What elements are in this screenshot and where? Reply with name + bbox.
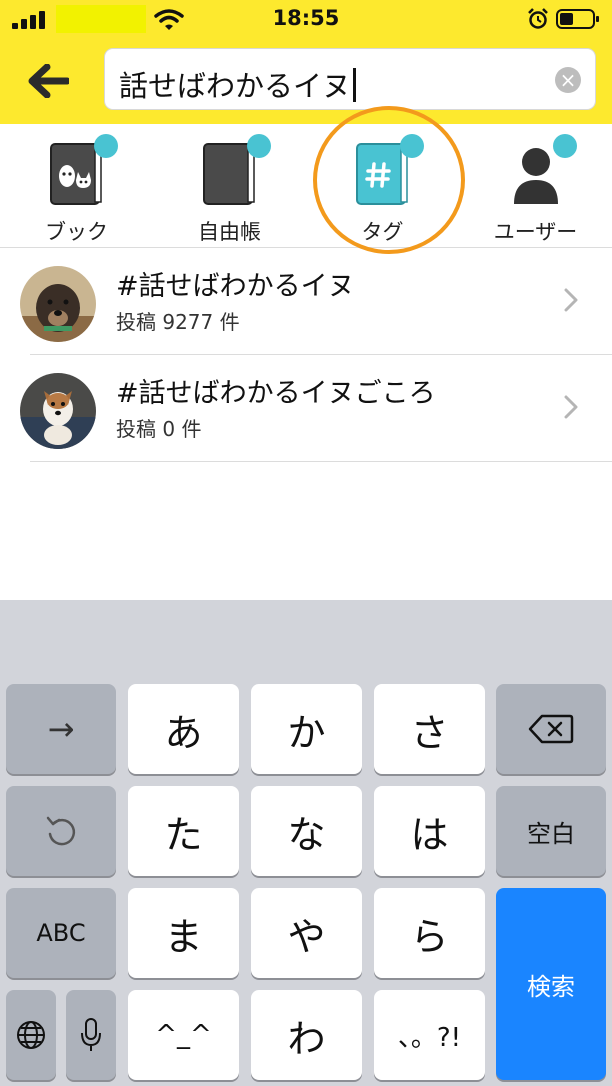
tab-tag-label: タグ xyxy=(361,220,404,244)
tab-badge-dot xyxy=(400,134,424,158)
abc-key[interactable]: ABC xyxy=(6,888,116,978)
list-item[interactable]: #話せばわかるイヌ 投稿 9277 件 xyxy=(0,248,612,355)
japanese-keyboard: → あ か さ た な は 空白 ABC ま や ら 検索 ^_^ わ 、。?! xyxy=(0,600,612,1086)
chevron-right-icon xyxy=(564,395,578,419)
tab-notebook-label: 自由帳 xyxy=(198,220,261,244)
search-input-text: 話せばわかるイヌ xyxy=(119,63,357,105)
key-sa[interactable]: さ xyxy=(374,684,485,774)
search-key-label: 検索 xyxy=(527,972,575,1001)
search-key[interactable]: 検索 xyxy=(496,888,606,1080)
key-a-label: あ xyxy=(164,710,203,755)
status-bar: 18:55 xyxy=(0,0,612,38)
key-ha-label: は xyxy=(410,812,449,857)
backspace-icon xyxy=(528,714,574,744)
post-count: 投稿 9277 件 xyxy=(116,310,240,334)
key-arrow[interactable]: → xyxy=(6,684,116,774)
space-key-label: 空白 xyxy=(527,819,575,848)
tab-user-label: ユーザー xyxy=(493,220,578,244)
tab-book-label: ブック xyxy=(45,220,108,244)
key-punctuation-label: 、。?! xyxy=(397,1022,462,1053)
tab-badge-dot xyxy=(94,134,118,158)
key-ka-label: か xyxy=(287,710,326,755)
microphone-icon xyxy=(81,1018,101,1051)
tab-user[interactable]: ユーザー xyxy=(459,124,612,248)
undo-key[interactable] xyxy=(6,786,116,876)
tag-title: #話せばわかるイヌ xyxy=(116,271,355,302)
key-ka[interactable]: か xyxy=(251,684,362,774)
globe-key[interactable] xyxy=(6,990,56,1080)
tag-title: #話せばわかるイヌごころ xyxy=(116,378,436,409)
status-time: 18:55 xyxy=(272,6,340,30)
chevron-right-icon xyxy=(564,288,578,312)
clear-icon: × xyxy=(559,68,577,92)
microphone-key[interactable] xyxy=(66,990,116,1080)
key-wa[interactable]: わ xyxy=(251,990,362,1080)
space-key[interactable]: 空白 xyxy=(496,786,606,876)
key-emoticon-label: ^_^ xyxy=(155,1020,212,1050)
key-ra-label: ら xyxy=(410,914,449,959)
key-ma[interactable]: ま xyxy=(128,888,239,978)
abc-key-label: ABC xyxy=(36,919,86,947)
avatar xyxy=(20,373,96,449)
key-arrow-label: → xyxy=(47,710,75,748)
clear-search-button[interactable]: × xyxy=(555,67,581,93)
key-na-label: な xyxy=(287,812,326,857)
tab-book[interactable]: ブック xyxy=(0,124,153,248)
key-a[interactable]: あ xyxy=(128,684,239,774)
list-item[interactable]: #話せばわかるイヌごころ 投稿 0 件 xyxy=(0,355,612,462)
tab-tag[interactable]: タグ xyxy=(306,124,459,248)
divider xyxy=(30,461,612,462)
avatar xyxy=(20,266,96,342)
category-tabs: ブック 自由帳 タグ ユーザー xyxy=(0,124,612,248)
key-ma-label: ま xyxy=(164,914,203,959)
key-ya[interactable]: や xyxy=(251,888,362,978)
key-punctuation[interactable]: 、。?! xyxy=(374,990,485,1080)
text-caret xyxy=(353,68,357,102)
back-button[interactable] xyxy=(22,56,74,106)
key-emoticon[interactable]: ^_^ xyxy=(128,990,239,1080)
search-input[interactable]: 話せばわかるイヌ × xyxy=(104,48,596,110)
back-arrow-icon xyxy=(28,64,69,98)
key-ta[interactable]: た xyxy=(128,786,239,876)
tab-badge-dot xyxy=(553,134,577,158)
tab-notebook[interactable]: 自由帳 xyxy=(153,124,306,248)
backspace-key[interactable] xyxy=(496,684,606,774)
post-count: 投稿 0 件 xyxy=(116,417,202,441)
globe-icon xyxy=(17,1021,45,1049)
key-wa-label: わ xyxy=(287,1016,326,1061)
alarm-icon xyxy=(528,8,548,29)
key-ya-label: や xyxy=(287,914,326,959)
key-ta-label: た xyxy=(164,812,203,857)
battery-icon xyxy=(556,9,599,29)
key-ha[interactable]: は xyxy=(374,786,485,876)
undo-icon xyxy=(46,816,76,846)
search-header: 話せばわかるイヌ × xyxy=(0,38,612,124)
key-na[interactable]: な xyxy=(251,786,362,876)
key-ra[interactable]: ら xyxy=(374,888,485,978)
key-sa-label: さ xyxy=(410,710,449,755)
tab-badge-dot xyxy=(247,134,271,158)
